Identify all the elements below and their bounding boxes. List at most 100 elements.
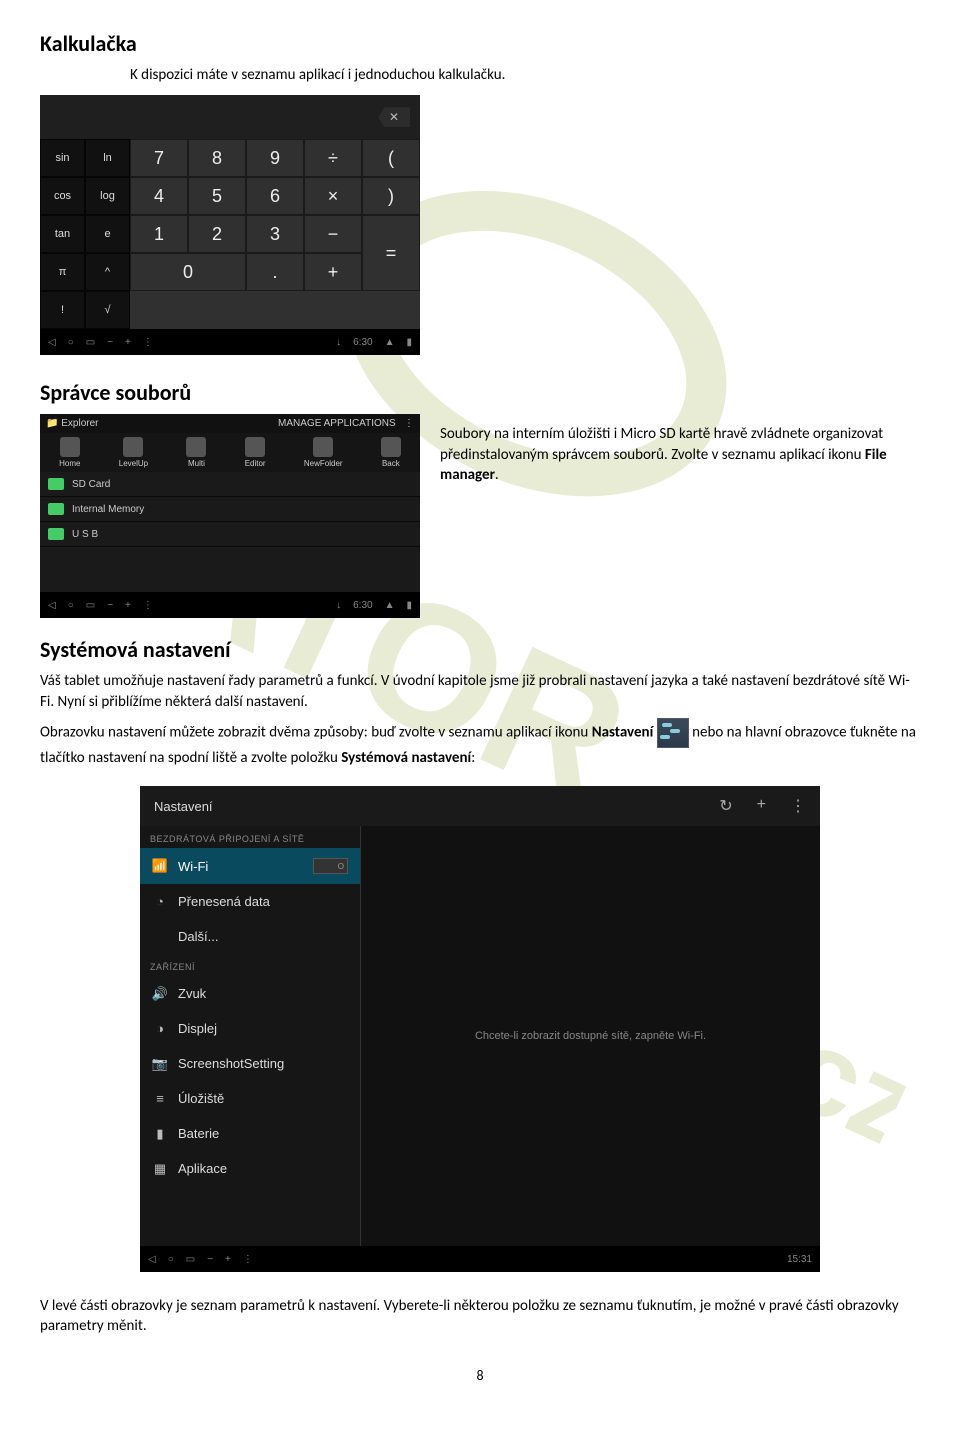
exp-item-usb: U S B: [40, 522, 420, 547]
home-icon: ○: [168, 1254, 174, 1265]
sidebar-item-sound: 🔊 Zvuk: [140, 976, 360, 1011]
wifi-icon: 📶: [152, 859, 168, 873]
apps-icon: ▦: [152, 1162, 168, 1176]
files-paragraph: Soubory na interním úložišti i Micro SD …: [440, 424, 920, 485]
calc-rparen: ): [362, 177, 420, 215]
calc-3: 3: [246, 215, 304, 253]
wifi-icon: ▲: [385, 337, 395, 348]
android-nav-bar: ◁ ○ ▭ − + ⋮ ↓ 6:30 ▲ ▮: [40, 592, 420, 618]
folder-icon: [48, 503, 64, 515]
sidebar-item-more: Další...: [140, 919, 360, 954]
back-icon: ◁: [48, 600, 56, 611]
back-icon: ◁: [148, 1254, 156, 1265]
wifi-toggle: O: [313, 858, 348, 874]
calc-lparen: (: [362, 139, 420, 177]
calc-6: 6: [246, 177, 304, 215]
calc-fn-pi: π: [40, 253, 85, 291]
folder-icon: [48, 528, 64, 540]
refresh-icon: ↻: [719, 796, 732, 816]
sidebar-item-wifi: 📶 Wi-Fi O: [140, 848, 360, 884]
calc-1: 1: [130, 215, 188, 253]
calc-5: 5: [188, 177, 246, 215]
calc-number-pad: 7 8 9 ÷ ( 4 5 6 × ) 1 2 3 − = 0 . +: [130, 139, 420, 329]
tool-newfolder: NewFolder: [304, 437, 343, 468]
tool-multi: Multi: [186, 437, 206, 468]
exp-item-internal: Internal Memory: [40, 497, 420, 522]
calc-fn-sqrt: √: [85, 291, 130, 329]
calc-display: ✕: [40, 95, 420, 139]
sidebar-item-battery: ▮ Baterie: [140, 1116, 360, 1151]
folder-icon: [48, 478, 64, 490]
calc-eq: =: [362, 215, 420, 291]
heading-systemova: Systémová nastavení: [40, 636, 920, 663]
home-icon: ○: [68, 337, 74, 348]
back-icon: ◁: [48, 337, 56, 348]
settings-screenshot: Nastavení ↻ + ⋮ BEZDRÁTOVÁ PŘIPOJENÍ A S…: [140, 786, 820, 1272]
clock: 6:30: [353, 337, 372, 348]
voldown-icon: −: [107, 600, 113, 611]
settings-sidebar: BEZDRÁTOVÁ PŘIPOJENÍ A SÍTĚ 📶 Wi-Fi O ◔ …: [140, 826, 361, 1246]
recent-icon: ▭: [186, 1254, 195, 1265]
download-icon: ↓: [336, 337, 341, 348]
explorer-title: 📁 Explorer: [46, 418, 98, 429]
volup-icon: +: [125, 600, 131, 611]
section-wireless: BEZDRÁTOVÁ PŘIPOJENÍ A SÍTĚ: [140, 826, 360, 848]
heading-spravce: Správce souborů: [40, 379, 920, 406]
android-nav-bar: ◁ ○ ▭ − + ⋮ ↓ 6:30 ▲ ▮: [40, 329, 420, 355]
display-icon: ◑: [152, 1022, 168, 1036]
calc-fn-pow: ^: [85, 253, 130, 291]
tool-back: Back: [381, 437, 401, 468]
calc-function-pad: sin ln cos log tan e π ^ ! √: [40, 139, 130, 329]
sys-paragraph-2: Obrazovku nastavení můžete zobrazit dvěm…: [40, 718, 920, 768]
sys-paragraph-1: Váš tablet umožňuje nastavení řady param…: [40, 671, 920, 712]
battery-icon: ▮: [406, 337, 412, 348]
sidebar-item-screenshot: 📷 ScreenshotSetting: [140, 1046, 360, 1081]
exp-item-sdcard: SD Card: [40, 472, 420, 497]
menu-icon: ⋮: [243, 1254, 253, 1265]
manage-apps-label: MANAGE APPLICATIONS ⋮: [278, 418, 414, 429]
battery-icon: ▮: [152, 1127, 168, 1141]
sidebar-item-storage: ≡ Úložiště: [140, 1081, 360, 1116]
explorer-screenshot: 📁 Explorer MANAGE APPLICATIONS ⋮ Home Le…: [40, 414, 420, 618]
calc-8: 8: [188, 139, 246, 177]
data-icon: ◔: [152, 895, 168, 909]
calc-4: 4: [130, 177, 188, 215]
android-nav-bar: ◁ ○ ▭ − + ⋮ 15:31: [140, 1246, 820, 1272]
menu-icon: ⋮: [143, 337, 153, 348]
page-number: 8: [40, 1367, 920, 1384]
tool-editor: Editor: [245, 437, 266, 468]
calc-fn-ln: ln: [85, 139, 130, 177]
menu-icon: ⋮: [143, 600, 153, 611]
home-icon: ○: [68, 600, 74, 611]
tool-levelup: LevelUp: [119, 437, 148, 468]
calc-fn-fact: !: [40, 291, 85, 329]
settings-title: Nastavení: [154, 799, 213, 814]
calc-fn-sin: sin: [40, 139, 85, 177]
sidebar-item-display: ◑ Displej: [140, 1011, 360, 1046]
battery-icon: ▮: [406, 600, 412, 611]
storage-icon: ≡: [152, 1092, 168, 1106]
section-device: ZAŘÍZENÍ: [140, 954, 360, 976]
settings-icon: [657, 718, 689, 748]
volup-icon: +: [125, 337, 131, 348]
footer-paragraph: V levé části obrazovky je seznam paramet…: [40, 1296, 920, 1337]
sidebar-item-apps: ▦ Aplikace: [140, 1151, 360, 1186]
sound-icon: 🔊: [152, 987, 168, 1001]
download-icon: ↓: [336, 600, 341, 611]
calc-2: 2: [188, 215, 246, 253]
clock: 15:31: [787, 1254, 812, 1265]
clock: 6:30: [353, 600, 372, 611]
settings-detail-pane: Chcete-li zobrazit dostupné sítě, zapnět…: [361, 826, 820, 1246]
overflow-icon: ⋮: [790, 796, 806, 816]
calc-mul: ×: [304, 177, 362, 215]
explorer-toolbar: Home LevelUp Multi Editor NewFolder Back: [40, 433, 420, 472]
calc-add: +: [304, 253, 362, 291]
calc-fn-tan: tan: [40, 215, 85, 253]
heading-kalkulacka: Kalkulačka: [40, 30, 920, 57]
voldown-icon: −: [207, 1254, 213, 1265]
calc-7: 7: [130, 139, 188, 177]
calc-dot: .: [246, 253, 304, 291]
calc-sub: −: [304, 215, 362, 253]
settings-header: Nastavení ↻ + ⋮: [140, 786, 820, 826]
sidebar-item-data: ◔ Přenesená data: [140, 884, 360, 919]
